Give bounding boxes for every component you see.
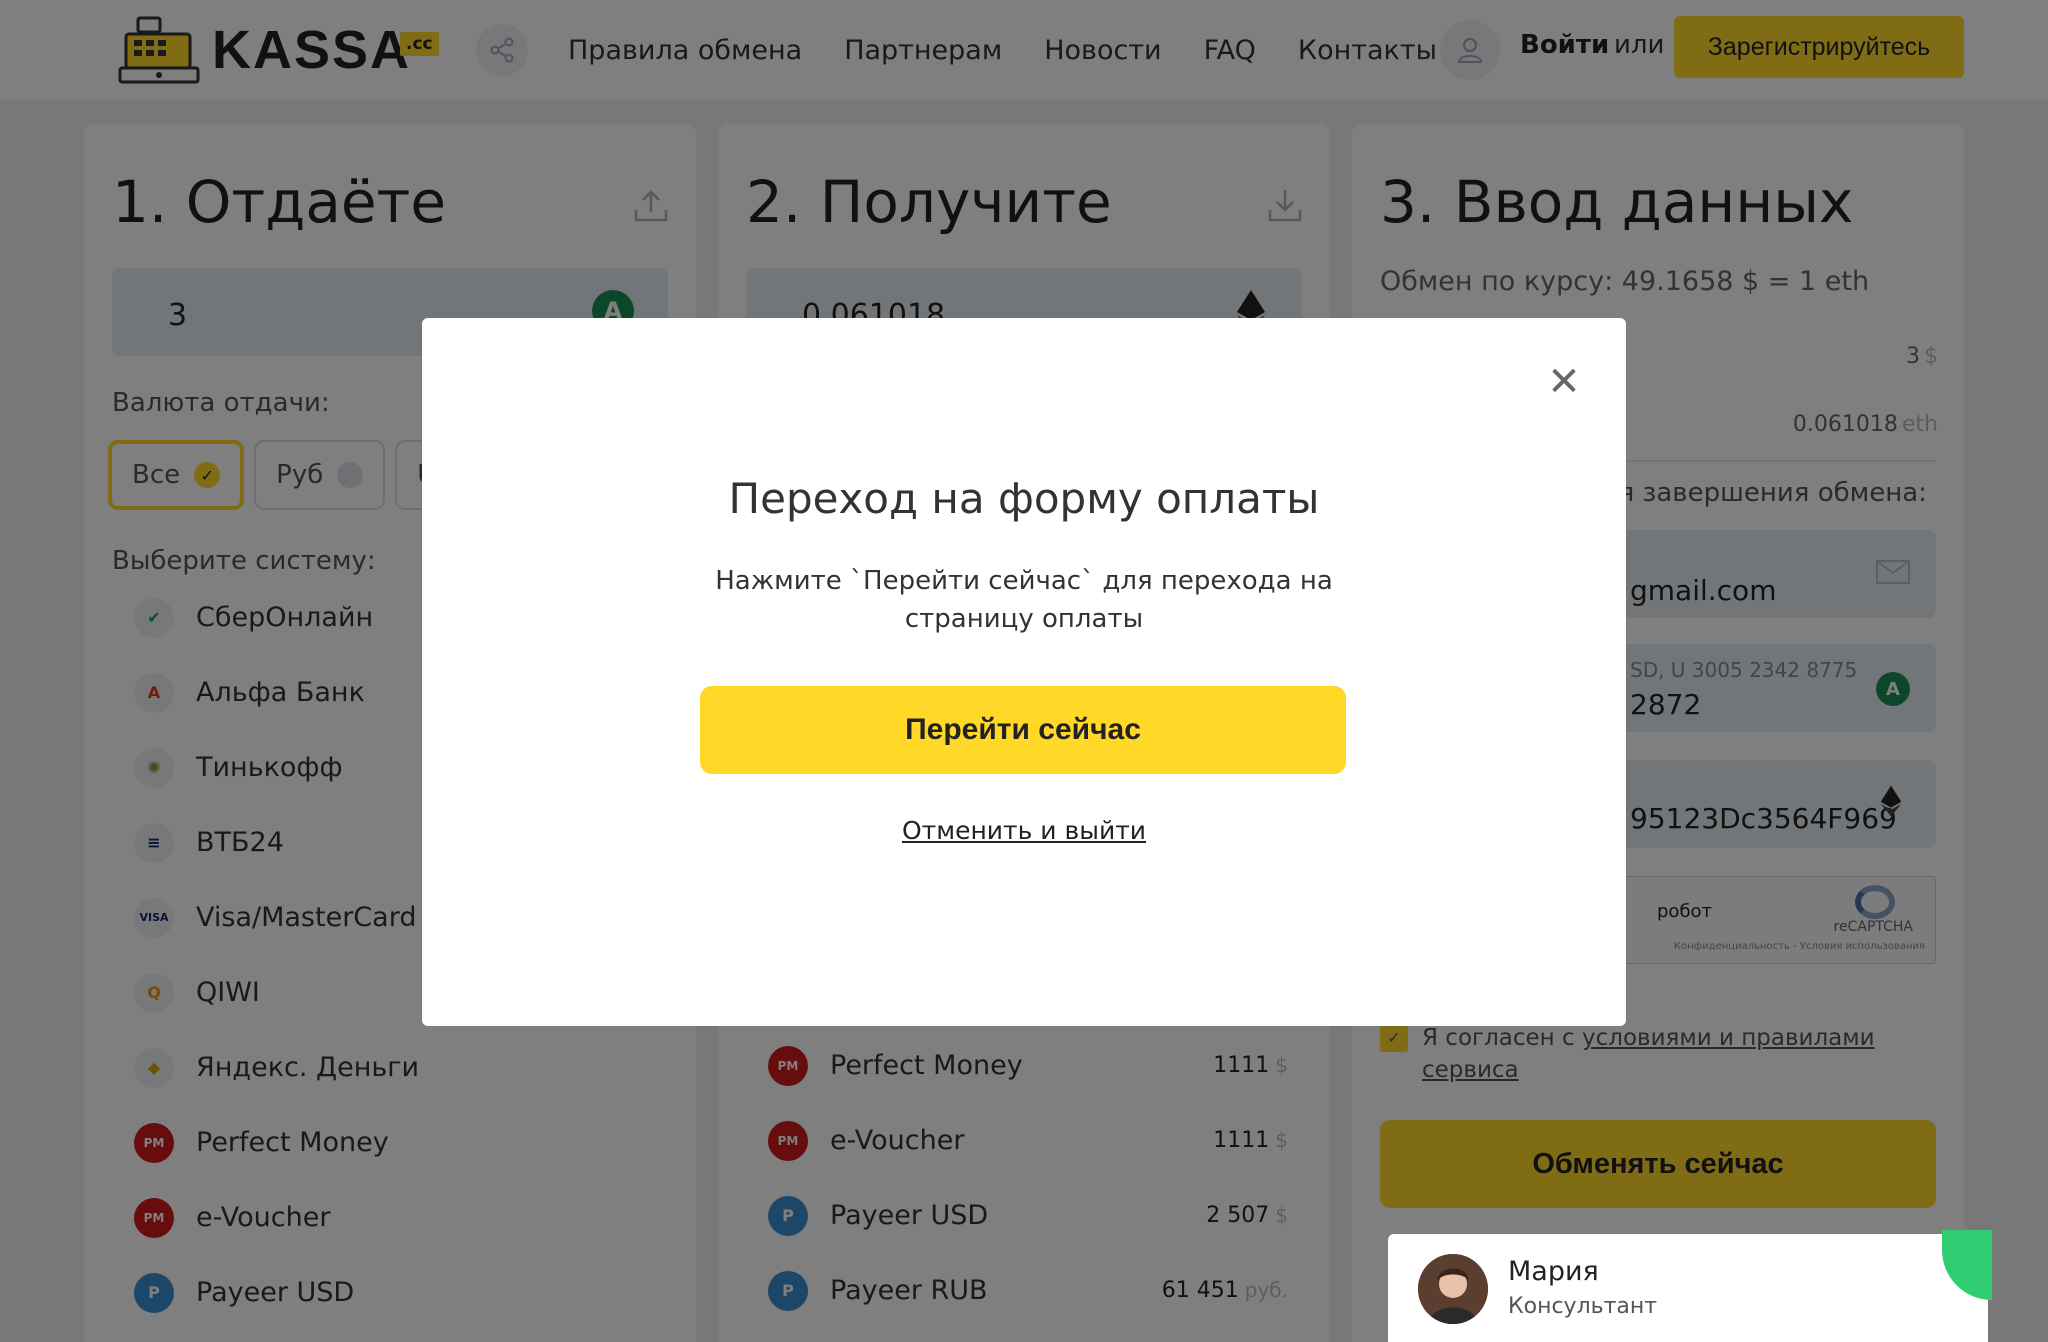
chat-widget[interactable]: Мария Консультант [1388,1230,1992,1342]
consultant-name: Мария [1508,1256,1599,1287]
online-indicator [1942,1230,1992,1300]
go-now-button[interactable]: Перейти сейчас [700,686,1346,774]
consultant-photo [1418,1254,1488,1324]
modal-title: Переход на форму оплаты [728,474,1320,523]
consultant-role: Консультант [1508,1294,1658,1319]
avatar [1418,1254,1488,1324]
payment-redirect-modal: ✕ Переход на форму оплаты Нажмите `Перей… [422,318,1626,1026]
modal-text: Нажмите `Перейти сейчас` для перехода на… [715,566,1333,634]
cancel-link[interactable]: Отменить и выйти [422,816,1626,845]
close-icon[interactable]: ✕ [1546,362,1582,402]
